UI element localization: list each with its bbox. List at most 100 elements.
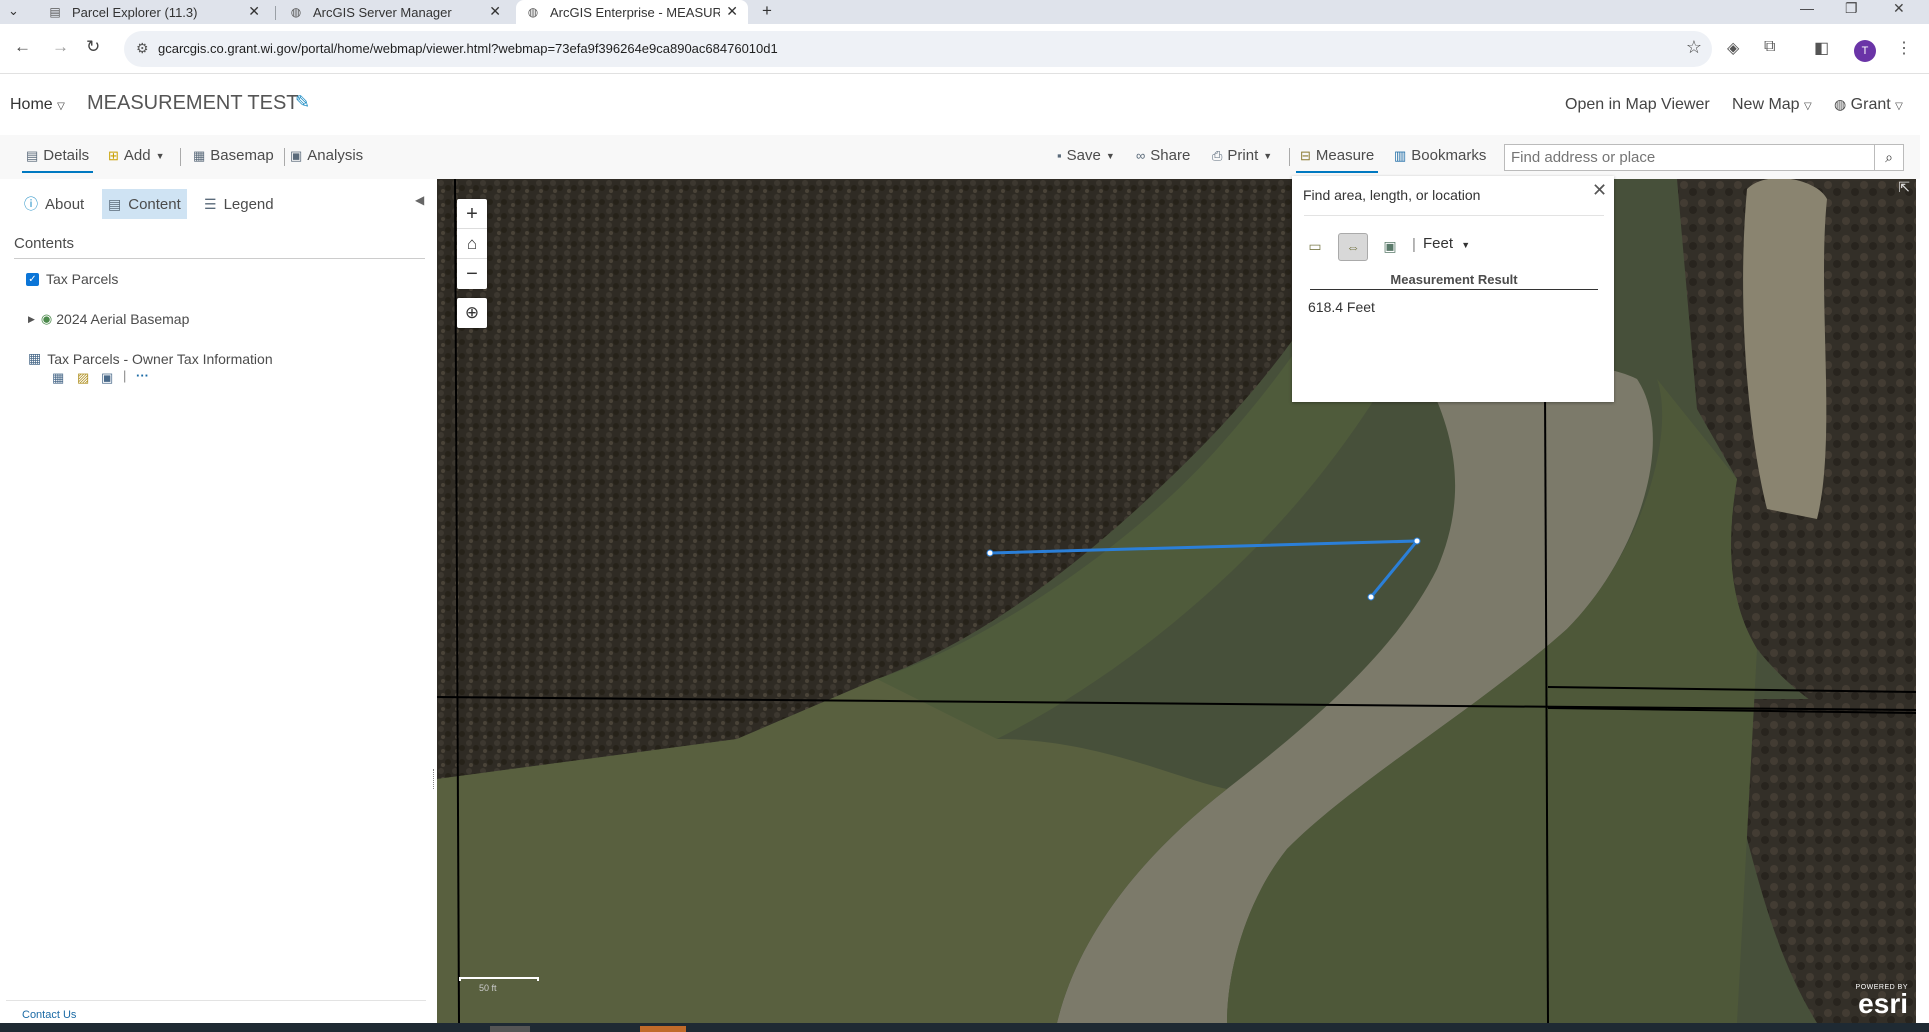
location-tool-button[interactable]: ▣: [1375, 233, 1405, 261]
browser-tab-parcel-explorer[interactable]: ▤ Parcel Explorer (11.3) ✕: [38, 0, 270, 24]
details-icon: ▤: [26, 147, 39, 163]
open-in-map-viewer-link[interactable]: Open in Map Viewer: [1565, 96, 1710, 114]
details-button[interactable]: ▤ Details: [21, 147, 94, 173]
zoom-control: + ⌂ −: [457, 199, 487, 289]
browser-menu-icon[interactable]: ⋮: [1896, 38, 1912, 58]
search-input[interactable]: [1504, 144, 1880, 171]
unit-dropdown[interactable]: Feet ▼: [1423, 235, 1470, 252]
extensions-puzzle-icon[interactable]: ⧉: [1764, 38, 1775, 56]
distance-icon: ⇔: [1346, 239, 1360, 255]
scale-label: 50 ft: [479, 983, 497, 993]
esri-logo: esri: [1858, 988, 1908, 1019]
add-button[interactable]: ⊞ Add ▼: [108, 147, 165, 164]
share-button[interactable]: ∞ Share: [1136, 147, 1190, 164]
measurement-result-value: 618.4 Feet: [1308, 299, 1375, 315]
map-view[interactable]: + ⌂ − ⊕ ⇱ 50 ft POWERED BY esri: [437, 179, 1916, 1023]
layer-visibility-checkbox[interactable]: ✓: [26, 272, 39, 286]
legend-list-icon: ☰: [204, 195, 217, 212]
save-button[interactable]: ▪ Save ▼: [1057, 147, 1115, 164]
tab-title: ArcGIS Server Manager: [313, 4, 452, 20]
zoom-out-button[interactable]: −: [457, 259, 487, 289]
printer-icon: ⎙: [1212, 147, 1223, 163]
browser-tab-server-manager[interactable]: ◍ ArcGIS Server Manager ✕: [279, 0, 511, 24]
tab-legend[interactable]: ☰ Legend: [198, 189, 280, 219]
tab-search-icon[interactable]: ⌄: [8, 3, 19, 19]
new-map-menu[interactable]: New Map ▽: [1732, 96, 1812, 114]
minimize-icon[interactable]: —: [1800, 0, 1814, 16]
layer-owner-tax-info[interactable]: ▦ Tax Parcels - Owner Tax Information: [28, 350, 273, 367]
home-extent-button[interactable]: ⌂: [457, 229, 487, 259]
browser-toolbar: ← → ↻ ⚙ gcarcgis.co.grant.wi.gov/portal/…: [0, 24, 1929, 74]
measure-label: Measure: [1315, 147, 1375, 164]
print-button[interactable]: ⎙ Print ▼: [1212, 147, 1272, 164]
url-text[interactable]: gcarcgis.co.grant.wi.gov/portal/home/web…: [158, 41, 778, 56]
address-bar[interactable]: ⚙ gcarcgis.co.grant.wi.gov/portal/home/w…: [124, 31, 1712, 67]
expand-arrow-icon[interactable]: ▶: [28, 314, 35, 325]
expand-icon[interactable]: ⇱: [1898, 179, 1910, 196]
measurement-vertex[interactable]: [986, 549, 994, 557]
distance-tool-button[interactable]: ⇔: [1338, 233, 1368, 261]
window-close-icon[interactable]: ✕: [1893, 0, 1905, 17]
tab-about[interactable]: ⓘ About: [18, 189, 90, 219]
table-icon: ▦: [28, 350, 42, 366]
locate-crosshair-icon: ⊕: [464, 303, 480, 322]
home-menu[interactable]: Home ▽: [10, 96, 65, 114]
close-icon[interactable]: ✕: [248, 3, 260, 20]
measure-panel: Find area, length, or location ✕ ▭ ⇔ ▣ |…: [1292, 176, 1614, 402]
basemap-label: Basemap: [210, 147, 274, 164]
bookmarks-button[interactable]: ▥ Bookmarks: [1394, 147, 1486, 164]
print-label: Print: [1227, 147, 1259, 164]
show-table-icon[interactable]: ▦: [52, 370, 64, 386]
browser-tab-arcgis-enterprise[interactable]: ◍ ArcGIS Enterprise - MEASUREM ✕: [516, 0, 748, 24]
tab-content-label: Content: [128, 195, 181, 213]
measurement-vertex[interactable]: [1367, 593, 1375, 601]
extension-diamond-icon[interactable]: ◈: [1727, 38, 1739, 58]
area-icon: ▭: [1308, 238, 1322, 254]
basemap-button[interactable]: ▦ Basemap: [193, 147, 274, 164]
change-style-icon[interactable]: ▨: [77, 370, 89, 386]
perform-analysis-icon[interactable]: ▣: [101, 370, 113, 386]
layer-name: Tax Parcels - Owner Tax Information: [47, 350, 273, 367]
new-tab-button[interactable]: +: [762, 1, 772, 21]
tab-content[interactable]: ▤ Content: [102, 189, 187, 219]
close-icon[interactable]: ✕: [1592, 180, 1607, 201]
locate-button[interactable]: ⊕: [457, 298, 487, 328]
measurement-vertex[interactable]: [1413, 537, 1421, 545]
reload-icon[interactable]: ↻: [86, 37, 100, 57]
layer-name: 2024 Aerial Basemap: [56, 311, 190, 327]
layer-tax-parcels[interactable]: ✓ Tax Parcels: [26, 271, 118, 287]
measure-button[interactable]: ⊟ Measure: [1295, 147, 1379, 173]
new-map-label: New Map: [1732, 96, 1800, 113]
tab-title: Parcel Explorer (11.3): [72, 4, 198, 20]
back-icon[interactable]: ←: [14, 37, 31, 57]
measure-panel-title: Find area, length, or location: [1303, 187, 1481, 203]
close-icon[interactable]: ✕: [489, 3, 501, 20]
contact-us-link[interactable]: Contact Us: [22, 1009, 76, 1021]
collapse-panel-icon[interactable]: ◀: [415, 193, 424, 207]
analysis-button[interactable]: ▣ Analysis: [290, 147, 363, 164]
more-options-icon[interactable]: ···: [136, 368, 149, 383]
forward-icon[interactable]: →: [52, 37, 69, 57]
location-icon: ▣: [1383, 238, 1397, 254]
area-tool-button[interactable]: ▭: [1300, 233, 1330, 261]
share-label: Share: [1150, 147, 1191, 164]
details-label: Details: [43, 147, 90, 164]
side-panel-icon[interactable]: ◧: [1814, 38, 1829, 58]
aerial-imagery: [437, 179, 1916, 1023]
chevron-down-icon: ▽: [57, 101, 65, 112]
contents-heading: Contents: [14, 235, 75, 252]
bookmark-star-icon[interactable]: ☆: [1686, 37, 1702, 58]
search-button[interactable]: ⌕: [1874, 144, 1904, 171]
tab-title: ArcGIS Enterprise - MEASUREM: [550, 4, 720, 20]
pencil-icon[interactable]: ✎: [295, 92, 310, 113]
profile-avatar[interactable]: T: [1854, 40, 1876, 62]
site-info-icon[interactable]: ⚙: [136, 40, 149, 57]
close-icon[interactable]: ✕: [726, 3, 738, 20]
restore-icon[interactable]: ❐: [1845, 0, 1858, 17]
chevron-down-icon: ▽: [1895, 101, 1903, 112]
panel-resize-handle[interactable]: [433, 769, 435, 789]
layer-aerial-basemap[interactable]: ▶ ◉ 2024 Aerial Basemap: [28, 311, 189, 327]
zoom-in-button[interactable]: +: [457, 199, 487, 229]
home-label: Home: [10, 96, 53, 113]
user-menu[interactable]: ◍ Grant ▽: [1834, 96, 1903, 114]
